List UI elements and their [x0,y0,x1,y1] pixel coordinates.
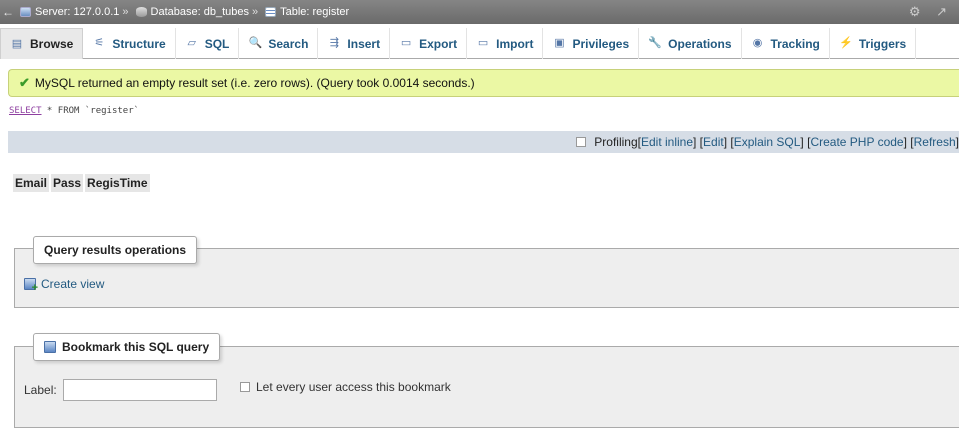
check-icon: ✔ [19,75,30,90]
tab-import[interactable]: ▭ Import [467,28,544,59]
breadcrumb-database[interactable]: Database: db_tubes [135,6,249,18]
breadcrumb-separator: » [251,6,259,18]
bookmark-title: Bookmark this SQL query [62,340,210,354]
back-arrow-icon[interactable]: ← [0,5,16,19]
column-header-pass[interactable]: Pass [51,174,84,192]
bracket: ] [ [723,135,734,149]
tab-label: SQL [204,36,230,51]
tab-label: Triggers [858,36,907,51]
success-message-text: MySQL returned an empty result set (i.e.… [34,76,475,90]
tab-triggers[interactable]: ⚡ Triggers [830,28,917,59]
profiling-bar: Profiling [Edit inline ] [ Edit ] [ Expl… [8,131,959,153]
breadcrumb-server[interactable]: Server: 127.0.0.1 [20,6,119,18]
tab-browse[interactable]: ▤ Browse [0,28,84,59]
result-column-headers: Email Pass RegisTime [13,174,150,192]
profiling-label: Profiling [594,135,638,149]
tab-label: Browse [30,37,74,51]
profiling-link-explain-sql[interactable]: Explain SQL [734,135,801,149]
sql-query-text: * FROM `register` [41,106,140,116]
tab-label: Tracking [770,36,820,51]
bookmark-label-text: Label: [24,383,57,397]
column-header-registime[interactable]: RegisTime [85,174,150,192]
search-icon: 🔍 [248,37,263,49]
bookmark-icon [44,341,56,353]
create-view-link[interactable]: Create view [24,277,104,294]
breadcrumb-server-label[interactable]: Server: 127.0.0.1 [35,6,119,18]
tab-label: Search [268,36,309,51]
profiling-link-edit-inline[interactable]: Edit inline [641,135,693,149]
tab-label: Privileges [572,36,630,51]
tab-label: Operations [668,36,732,51]
server-icon [20,7,31,17]
profiling-checkbox[interactable] [576,137,587,147]
privileges-icon: ▣ [554,37,565,49]
profiling-link-refresh[interactable]: Refresh [914,135,956,149]
query-results-operations-legend: Query results operations [33,236,198,264]
breadcrumb-table[interactable]: Table: register [265,6,349,18]
import-icon: ▭ [477,37,489,49]
bookmark-label-row: Label: [24,379,217,401]
tab-insert[interactable]: ⇶ Insert [318,28,391,59]
tab-operations[interactable]: 🔧 Operations [639,28,742,59]
success-message: ✔ MySQL returned an empty result set (i.… [8,69,959,97]
bracket: ] [ [903,135,914,149]
tab-export[interactable]: ▭ Export [390,28,468,59]
sql-keyword-link[interactable]: SELECT [9,106,42,116]
export-icon: ▭ [400,37,412,49]
tab-label: Export [419,36,458,51]
bookmark-access-row: Let every user access this bookmark [240,380,451,394]
bookmark-access-checkbox[interactable] [240,382,250,392]
sql-icon: ▱ [187,37,196,49]
wrench-icon: 🔧 [648,37,662,49]
bookmark-label-input[interactable] [62,379,217,401]
tab-label: Import [496,36,534,51]
tab-label: Structure [112,36,166,51]
create-view-icon [24,278,38,294]
table-icon [265,7,277,17]
profiling-link-edit[interactable]: Edit [703,135,724,149]
bracket: ] [ [800,135,811,149]
tab-structure[interactable]: ⚟ Structure [83,28,176,59]
bracket: ] [955,135,959,149]
tab-label: Insert [347,36,381,51]
breadcrumb: ← Server: 127.0.0.1 » Database: db_tubes… [0,0,959,24]
breadcrumb-database-label[interactable]: Database: db_tubes [151,6,249,18]
bookmark-legend: Bookmark this SQL query [33,333,221,361]
bracket: ] [ [693,135,704,149]
breadcrumb-table-label[interactable]: Table: register [280,6,349,18]
column-header-email[interactable]: Email [13,174,50,192]
settings-icon[interactable]: ⚙ ↗ [909,4,953,20]
tab-search[interactable]: 🔍 Search [239,28,319,59]
sql-query-display: SELECT * FROM `register` [9,106,139,116]
structure-icon: ⚟ [94,37,105,49]
insert-icon: ⇶ [329,37,340,49]
tab-bar: ▤ Browse ⚟ Structure ▱ SQL 🔍 Search ⇶ Insert ▭ Expo… [0,28,959,59]
bookmark-access-label[interactable]: Let every user access this bookmark [256,380,451,394]
breadcrumb-separator: » [122,6,129,18]
tab-privileges[interactable]: ▣ Privileges [543,28,640,59]
triggers-icon: ⚡ [839,37,853,49]
browse-icon: ▤ [11,37,23,50]
eye-icon: ◉ [752,37,763,49]
database-icon [135,7,147,17]
tab-tracking[interactable]: ◉ Tracking [742,28,830,59]
profiling-link-create-php-code[interactable]: Create PHP code [810,135,903,149]
query-results-operations-title: Query results operations [44,243,187,257]
tab-sql[interactable]: ▱ SQL [176,28,240,59]
create-view-label[interactable]: Create view [41,277,104,291]
